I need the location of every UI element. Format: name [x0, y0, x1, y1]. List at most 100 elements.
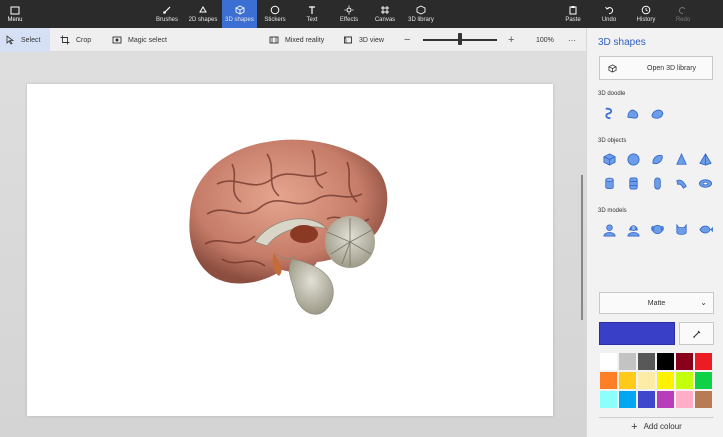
color-swatch[interactable] — [599, 352, 618, 371]
color-swatch[interactable] — [675, 390, 694, 409]
3d-view-button[interactable]: 3D view — [343, 28, 384, 52]
cone-icon[interactable] — [669, 149, 693, 169]
menu-label: Menu — [7, 16, 23, 23]
tube-icon[interactable] — [621, 173, 645, 193]
zoom-out-button[interactable]: − — [404, 28, 410, 52]
magic-select-label: Magic select — [128, 36, 167, 44]
tool-label: 3D shapes — [225, 17, 254, 23]
tool-3d-library[interactable]: 3D library — [405, 0, 437, 28]
mixed-reality-label: Mixed reality — [285, 36, 325, 44]
color-swatch[interactable] — [675, 371, 694, 390]
drawing-canvas[interactable] — [27, 84, 553, 416]
magic-select-button[interactable]: Magic select — [112, 28, 167, 52]
zoom-in-button[interactable]: + — [508, 28, 514, 52]
tool-label: Brushes — [155, 17, 178, 23]
mixed-reality-icon — [269, 36, 279, 44]
undo-button[interactable]: Undo — [598, 0, 620, 28]
sphere-icon[interactable] — [621, 149, 645, 169]
text-icon — [309, 6, 315, 14]
zoom-slider-thumb[interactable] — [458, 33, 462, 45]
color-swatch[interactable] — [637, 371, 656, 390]
color-swatch[interactable] — [637, 352, 656, 371]
cursor-icon — [6, 35, 15, 45]
cube-icon[interactable] — [597, 149, 621, 169]
3d-shapes-icon — [235, 5, 244, 15]
models-section-label: 3D models — [598, 208, 627, 214]
redo-label: Redo — [675, 17, 691, 23]
color-swatch[interactable] — [599, 390, 618, 409]
capsule-icon[interactable] — [645, 173, 669, 193]
crop-button[interactable]: Crop — [60, 28, 91, 52]
color-swatch[interactable] — [675, 352, 694, 371]
doodle-row — [597, 103, 669, 123]
tube-doodle-icon[interactable] — [645, 103, 669, 123]
woman-model-icon[interactable] — [621, 219, 645, 239]
color-swatch[interactable] — [656, 371, 675, 390]
mixed-reality-button[interactable]: Mixed reality — [269, 28, 324, 52]
secondary-toolbar: Select Crop Magic select Mixed reality 3… — [0, 28, 586, 52]
color-swatch[interactable] — [618, 390, 637, 409]
paste-button[interactable]: Paste — [562, 0, 584, 28]
tool-3d-shapes[interactable]: 3D shapes — [222, 0, 257, 28]
add-colour-button[interactable]: + Add colour — [599, 417, 714, 435]
donut-icon[interactable] — [693, 173, 717, 193]
history-icon — [641, 5, 651, 15]
more-options-button[interactable]: ··· — [568, 28, 576, 52]
color-swatch[interactable] — [694, 352, 713, 371]
plus-icon: + — [631, 420, 638, 433]
add-colour-label: Add colour — [643, 422, 682, 431]
history-button[interactable]: History — [634, 0, 658, 28]
tool-brushes[interactable]: Brushes — [152, 0, 182, 28]
eyedropper-button[interactable] — [679, 322, 714, 345]
tool-stickers[interactable]: Stickers — [260, 0, 290, 28]
color-swatch[interactable] — [694, 371, 713, 390]
select-label: Select — [21, 36, 41, 44]
dog-model-icon[interactable] — [645, 219, 669, 239]
color-swatch[interactable] — [656, 352, 675, 371]
hemisphere-icon[interactable] — [645, 149, 669, 169]
fish-model-icon[interactable] — [693, 219, 717, 239]
3d-view-label: 3D view — [359, 36, 384, 44]
paste-label: Paste — [565, 17, 581, 23]
crop-icon — [60, 35, 70, 45]
eyedropper-icon — [692, 330, 700, 338]
color-swatch[interactable] — [656, 390, 675, 409]
color-swatch[interactable] — [694, 390, 713, 409]
redo-button[interactable]: Redo — [672, 0, 694, 28]
tool-effects[interactable]: Effects — [334, 0, 364, 28]
open-library-label: Open 3D library — [647, 64, 697, 72]
soft-edge-doodle-icon[interactable] — [621, 103, 645, 123]
brain-model[interactable] — [27, 84, 553, 416]
current-color-swatch[interactable] — [599, 322, 675, 345]
zoom-level[interactable]: 100% — [536, 28, 554, 52]
undo-icon — [605, 6, 614, 15]
pyramid-icon[interactable] — [693, 149, 717, 169]
menu-button[interactable]: Menu — [0, 0, 30, 28]
color-swatch[interactable] — [637, 390, 656, 409]
folder-icon — [10, 6, 20, 14]
history-label: History — [636, 17, 656, 23]
objects-section-label: 3D objects — [598, 138, 627, 144]
color-swatch[interactable] — [599, 371, 618, 390]
vertical-scrollbar[interactable] — [581, 175, 583, 320]
tool-label: Canvas — [374, 17, 396, 23]
tool-canvas[interactable]: Canvas — [370, 0, 400, 28]
panel-title: 3D shapes — [598, 37, 646, 48]
cat-model-icon[interactable] — [669, 219, 693, 239]
material-dropdown[interactable]: Matte ⌄ — [599, 292, 714, 314]
3d-library-icon — [608, 63, 617, 73]
curved-cylinder-icon[interactable] — [669, 173, 693, 193]
open-3d-library-button[interactable]: Open 3D library — [599, 56, 713, 80]
color-palette — [599, 352, 715, 409]
color-swatch[interactable] — [618, 371, 637, 390]
tool-text[interactable]: Text — [298, 0, 326, 28]
cylinder-icon[interactable] — [597, 173, 621, 193]
tool-2d-shapes[interactable]: 2D shapes — [185, 0, 221, 28]
color-swatch[interactable] — [618, 352, 637, 371]
3d-view-icon — [344, 36, 352, 44]
tool-label: 3D library — [408, 17, 434, 23]
sharp-edge-doodle-icon[interactable] — [597, 103, 621, 123]
doodle-section-label: 3D doodle — [598, 91, 626, 97]
select-button[interactable]: Select — [0, 28, 50, 52]
man-model-icon[interactable] — [597, 219, 621, 239]
